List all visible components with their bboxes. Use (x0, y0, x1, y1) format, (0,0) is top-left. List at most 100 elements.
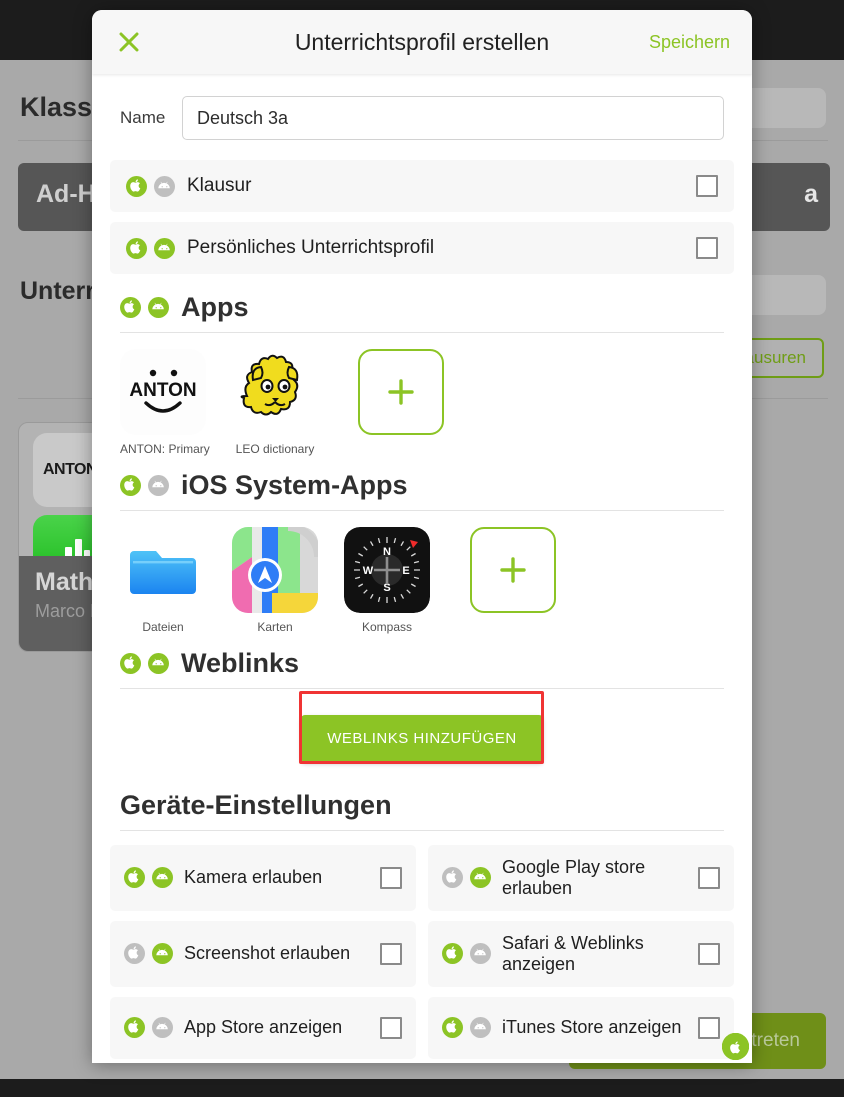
apple-badge-icon (722, 1033, 749, 1060)
bg-anton-label: ANTON (42, 461, 98, 478)
setting-safari-weblinks[interactable]: Safari & Weblinks anzeigen (428, 920, 734, 987)
close-icon[interactable] (114, 27, 144, 57)
folder-icon (120, 527, 206, 613)
section-header-ios-system-apps: iOS System-Apps (92, 462, 752, 501)
section-header-apps: Apps (92, 284, 752, 323)
anton-icon: ANTON (120, 349, 206, 435)
apple-icon (442, 867, 463, 889)
platform-badges (126, 237, 175, 259)
setting-itunes-store[interactable]: iTunes Store anzeigen (428, 996, 734, 1059)
android-icon (470, 867, 491, 889)
apple-icon (124, 867, 145, 889)
modal-header: Unterrichtsprofil erstellen Speichern (92, 10, 752, 74)
platform-badges (126, 175, 175, 197)
app-tile-karten[interactable]: Karten (232, 527, 749, 1060)
platform-badges (124, 1017, 173, 1038)
section-title: Weblinks (181, 648, 300, 678)
setting-label: Safari & Weblinks anzeigen (502, 932, 644, 974)
toggle-label: Klausur (187, 175, 252, 196)
add-weblinks-button[interactable]: WEBLINKS HINZUFÜGEN (301, 715, 543, 762)
setting-app-store[interactable]: App Store anzeigen (110, 996, 416, 1059)
app-tile-caption: LEO dictionary (235, 442, 315, 456)
app-tile-dateien[interactable]: Dateien (120, 527, 749, 1060)
svg-text:W: W (363, 565, 374, 577)
checkbox-safari-weblinks[interactable] (698, 942, 720, 965)
android-icon (152, 943, 173, 965)
svg-text:ANTON: ANTON (129, 380, 196, 401)
leo-lion-icon (232, 349, 318, 435)
apple-icon (124, 943, 145, 965)
toggle-label: Persönliches Unterrichtsprofil (187, 237, 435, 258)
bg-adhoc-label-right: a (804, 180, 818, 208)
create-teaching-profile-modal: Unterrichtsprofil erstellen Speichern Na… (92, 10, 752, 1063)
section-header-weblinks: Weblinks (92, 640, 752, 679)
android-icon (154, 175, 175, 197)
app-tile-leo[interactable]: LEO dictionary (232, 349, 749, 1060)
add-app-button-wrap (358, 349, 444, 435)
android-icon (470, 1017, 491, 1038)
section-title: Geräte-Einstellungen (120, 790, 392, 820)
compass-icon: N S W E (344, 527, 430, 613)
apple-icon (442, 1017, 463, 1038)
platform-badges (124, 943, 173, 965)
android-icon (148, 475, 169, 496)
svg-text:S: S (383, 582, 390, 594)
platform-badges (120, 297, 169, 318)
android-icon (154, 237, 175, 259)
device-settings-grid: Kamera erlauben Google Play store erlaub… (92, 831, 752, 1059)
ios-system-apps-tile-grid: Dateien Karten N S W E Kompass (92, 511, 752, 1060)
platform-badges (442, 867, 491, 889)
checkbox-personal-profile[interactable] (696, 237, 718, 259)
apple-icon (120, 653, 141, 674)
apple-icon (126, 237, 147, 259)
name-row: Name (92, 74, 752, 160)
weblinks-add-zone: WEBLINKS HINZUFÜGEN (92, 689, 752, 782)
platform-badges (124, 867, 173, 889)
android-icon (152, 867, 173, 889)
add-system-app-button-wrap (470, 527, 556, 613)
platform-badges (120, 653, 169, 674)
save-button[interactable]: Speichern (649, 32, 730, 53)
apple-icon (442, 943, 463, 965)
section-title: Apps (181, 292, 249, 322)
toggle-row-klausur[interactable]: Klausur (110, 160, 734, 212)
maps-icon (232, 527, 318, 613)
name-label: Name (120, 108, 166, 127)
name-input[interactable] (182, 96, 724, 140)
android-icon (152, 1017, 173, 1038)
platform-badges (442, 943, 491, 965)
apple-icon (120, 475, 141, 496)
setting-label: Google Play store erlauben (502, 857, 646, 898)
app-tile-kompass[interactable]: N S W E Kompass (344, 527, 749, 1060)
app-tile-caption: ANTON: Primary (120, 442, 210, 456)
platform-badges (120, 475, 169, 496)
add-app-button[interactable] (358, 349, 444, 435)
checkbox-google-play-store[interactable] (698, 866, 720, 889)
checkbox-klausur[interactable] (696, 175, 718, 197)
app-tile-anton[interactable]: ANTON ANTON: Primary (120, 349, 749, 1060)
android-icon (148, 653, 169, 674)
setting-label: Kamera erlauben (184, 867, 323, 888)
checkbox-itunes-store[interactable] (698, 1016, 720, 1039)
setting-google-play-store[interactable]: Google Play store erlauben (428, 845, 734, 911)
checkbox-screenshot[interactable] (380, 942, 402, 965)
svg-text:N: N (383, 546, 391, 558)
setting-screenshot-erlauben[interactable]: Screenshot erlauben (110, 920, 416, 987)
checkbox-kamera[interactable] (380, 866, 402, 889)
modal-body: Name Klausur (92, 74, 752, 1063)
checkbox-app-store[interactable] (380, 1016, 402, 1039)
setting-kamera-erlauben[interactable]: Kamera erlauben (110, 845, 416, 911)
apps-tile-grid: ANTON ANTON: Primary LEO dictionary (92, 333, 752, 1060)
setting-label: iTunes Store anzeigen (502, 1017, 682, 1038)
toggle-row-personal-profile[interactable]: Persönliches Unterrichtsprofil (110, 222, 734, 274)
bg-bottom-bar (0, 1079, 844, 1097)
apple-icon (120, 297, 141, 318)
android-icon (148, 297, 169, 318)
section-title: iOS System-Apps (181, 470, 408, 500)
setting-label: Screenshot erlauben (184, 943, 351, 964)
section-header-device-settings: Geräte-Einstellungen (92, 782, 752, 821)
app-tile-caption: Karten (257, 620, 293, 634)
app-tile-caption: Dateien (142, 620, 184, 634)
apple-icon (126, 175, 147, 197)
add-system-app-button[interactable] (470, 527, 556, 613)
